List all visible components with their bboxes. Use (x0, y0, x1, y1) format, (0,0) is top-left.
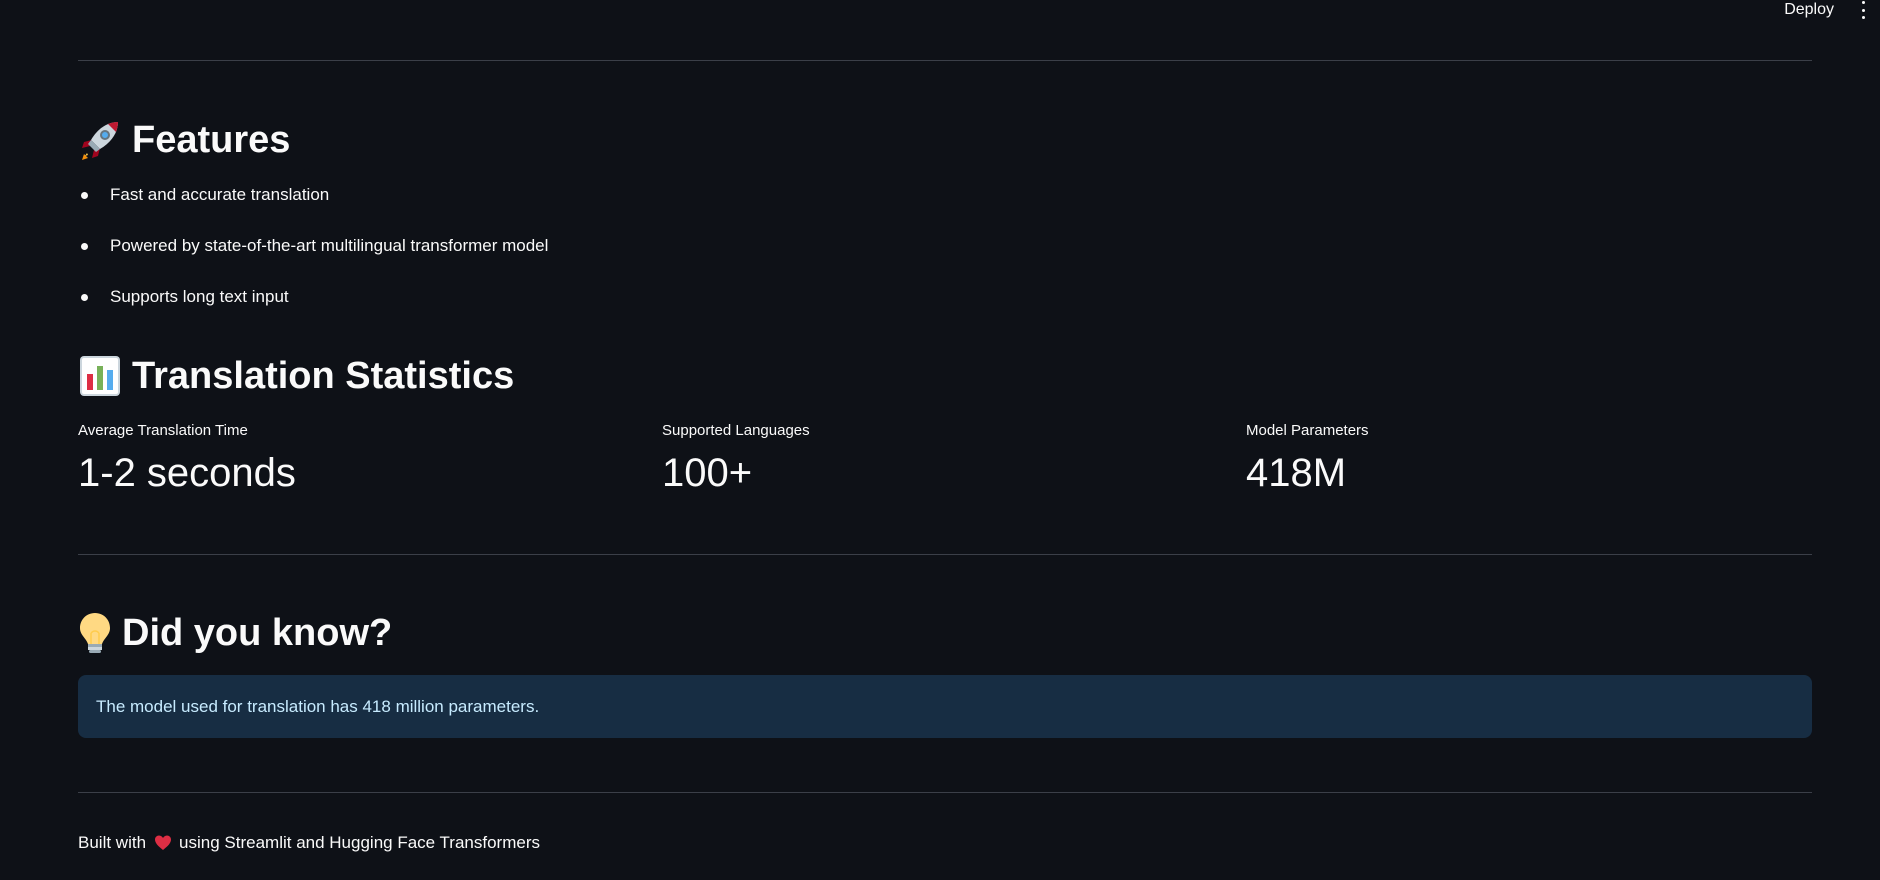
divider (78, 792, 1812, 793)
metric-label: Supported Languages (662, 422, 810, 439)
divider (78, 60, 1812, 61)
top-bar: Deploy (0, 0, 1880, 22)
list-item: Supports long text input (78, 285, 548, 309)
footer-suffix: using Streamlit and Hugging Face Transfo… (179, 833, 540, 852)
metric-label: Average Translation Time (78, 422, 248, 439)
footer: Built with using Streamlit and Hugging F… (78, 831, 540, 855)
features-heading: Features (78, 116, 290, 164)
list-item: Fast and accurate translation (78, 183, 548, 207)
did-you-know-heading: Did you know? (78, 609, 392, 657)
did-you-know-title: Did you know? (122, 612, 393, 654)
deploy-button[interactable]: Deploy (1784, 0, 1834, 20)
statistics-heading: Translation Statistics (78, 352, 514, 400)
metric-supported-languages: Supported Languages 100+ (662, 420, 1222, 498)
info-alert: The model used for translation has 418 m… (78, 675, 1812, 738)
statistics-title: Translation Statistics (132, 355, 515, 397)
metric-label: Model Parameters (1246, 422, 1369, 439)
rocket-icon (78, 118, 122, 162)
features-title: Features (132, 119, 291, 161)
metric-value: 418M (1246, 451, 1347, 495)
divider (78, 554, 1812, 555)
bar-chart-icon (78, 354, 122, 398)
heart-icon (154, 834, 172, 852)
metric-value: 1-2 seconds (78, 451, 296, 495)
more-vertical-icon[interactable] (1858, 1, 1868, 19)
info-text: The model used for translation has 418 m… (96, 697, 540, 716)
light-bulb-icon (78, 611, 112, 655)
metric-value: 100+ (662, 451, 753, 495)
footer-prefix: Built with (78, 833, 147, 852)
features-list: Fast and accurate translation Powered by… (78, 183, 548, 336)
metric-model-parameters: Model Parameters 418M (1246, 420, 1806, 498)
list-item: Powered by state-of-the-art multilingual… (78, 234, 548, 258)
metric-average-translation-time: Average Translation Time 1-2 seconds (78, 420, 638, 498)
